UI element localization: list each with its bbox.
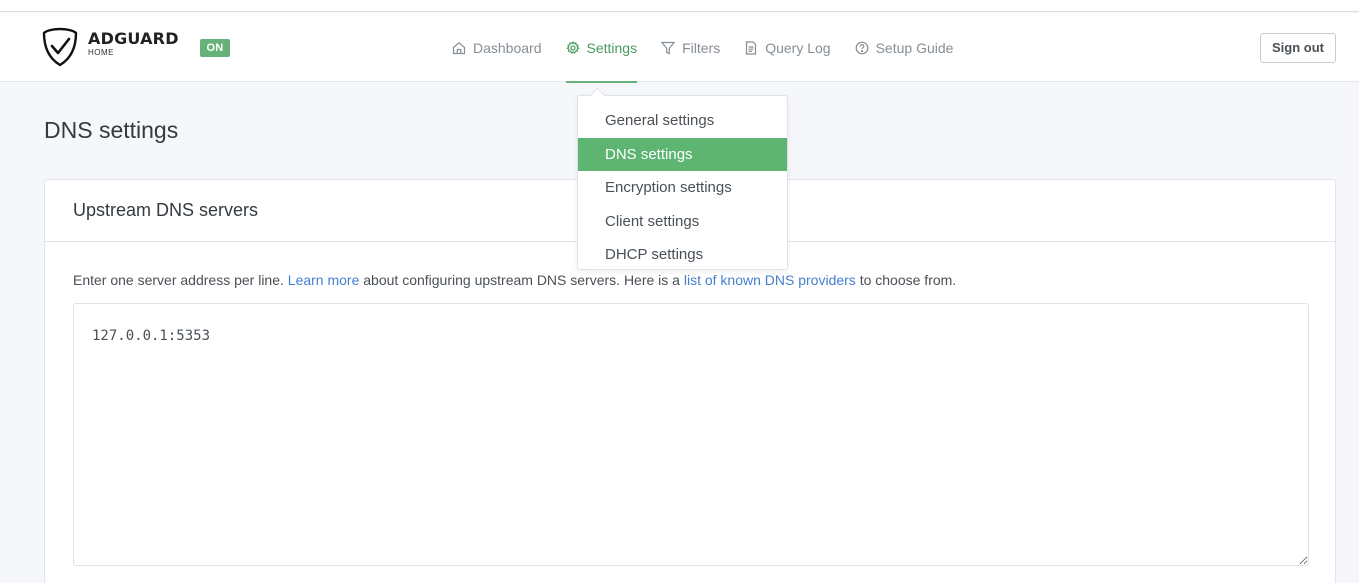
shield-check-icon	[42, 27, 78, 67]
gear-icon	[565, 40, 580, 54]
brand-subtitle: HOME	[88, 48, 114, 57]
main-nav: Dashboard Settings Filters Query Log Set…	[452, 13, 977, 83]
filter-icon	[661, 41, 676, 54]
help-circle-icon	[855, 41, 868, 54]
nav-query-log-label: Query Log	[765, 39, 831, 56]
settings-dropdown-menu: General settings DNS settings Encryption…	[577, 95, 788, 270]
protection-status-badge: ON	[200, 39, 230, 57]
desc-suffix: to choose from.	[855, 272, 957, 288]
window-top-strip	[0, 0, 1359, 12]
brand-title: ADGUARD	[88, 29, 179, 48]
upstream-servers-textarea[interactable]: 127.0.0.1:5353	[73, 303, 1309, 566]
top-navbar: ADGUARD HOME ON Dashboard Settings Filte…	[0, 13, 1359, 83]
page-title: DNS settings	[44, 117, 179, 143]
nav-filters[interactable]: Filters	[661, 13, 720, 82]
nav-dashboard[interactable]: Dashboard	[452, 13, 542, 82]
menu-item-dhcp-settings[interactable]: DHCP settings	[578, 238, 787, 272]
menu-item-encryption-settings[interactable]: Encryption settings	[578, 171, 787, 205]
sign-out-button[interactable]: Sign out	[1260, 33, 1336, 63]
card-title: Upstream DNS servers	[73, 200, 259, 220]
logo-text: ADGUARD HOME	[88, 31, 179, 58]
nav-filters-label: Filters	[682, 39, 721, 56]
nav-settings-label: Settings	[586, 39, 638, 56]
nav-setup-guide[interactable]: Setup Guide	[855, 13, 954, 82]
nav-query-log[interactable]: Query Log	[744, 13, 831, 82]
nav-dashboard-label: Dashboard	[473, 39, 542, 56]
desc-middle: about configuring upstream DNS servers. …	[359, 272, 684, 288]
nav-settings[interactable]: Settings	[565, 13, 638, 83]
desc-prefix: Enter one server address per line.	[73, 272, 288, 288]
adguard-logo[interactable]: ADGUARD HOME	[42, 27, 179, 67]
learn-more-link[interactable]: Learn more	[288, 272, 360, 288]
upstream-description: Enter one server address per line. Learn…	[73, 272, 956, 288]
nav-setup-guide-label: Setup Guide	[875, 39, 954, 56]
menu-item-client-settings[interactable]: Client settings	[578, 205, 787, 239]
dns-providers-link[interactable]: list of known DNS providers	[684, 272, 856, 288]
home-icon	[452, 41, 466, 54]
document-icon	[746, 40, 757, 55]
menu-item-dns-settings[interactable]: DNS settings	[578, 137, 787, 171]
menu-item-general-settings[interactable]: General settings	[578, 104, 787, 138]
